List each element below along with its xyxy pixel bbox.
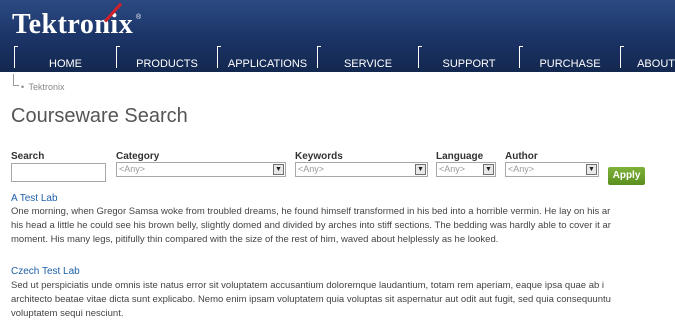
- nav-item-products[interactable]: PRODUCTS: [117, 46, 217, 72]
- nav-item-purchase[interactable]: PURCHASE: [520, 46, 620, 72]
- chevron-down-icon: ▼: [273, 164, 284, 175]
- result-description-line: voluptatem sequi nesciunt.: [11, 308, 124, 319]
- chevron-down-icon: ▼: [483, 164, 494, 175]
- chevron-down-icon: ▼: [415, 164, 426, 175]
- breadcrumb-bullet: •: [21, 82, 25, 92]
- nav-item-support[interactable]: SUPPORT: [419, 46, 519, 72]
- breadcrumb-link-tektronix[interactable]: Tektronix: [29, 82, 65, 92]
- nav-item-about[interactable]: ABOUT: [621, 46, 675, 72]
- page-title: Courseware Search: [11, 105, 188, 127]
- search-label: Search: [11, 151, 45, 162]
- author-value: <Any>: [508, 164, 535, 174]
- registered-mark: ®: [136, 14, 142, 21]
- language-select[interactable]: <Any> ▼: [436, 162, 496, 177]
- nav-item-service[interactable]: SERVICE: [318, 46, 418, 72]
- search-input[interactable]: [11, 163, 106, 182]
- main-nav: HOME PRODUCTS APPLICATIONS SERVICE SUPPO…: [0, 46, 675, 72]
- category-value: <Any>: [119, 164, 146, 174]
- author-select[interactable]: <Any> ▼: [505, 162, 599, 177]
- nav-item-applications[interactable]: APPLICATIONS: [218, 46, 317, 72]
- language-label: Language: [436, 151, 484, 162]
- language-value: <Any>: [439, 164, 466, 174]
- breadcrumb: • Tektronix: [21, 82, 65, 92]
- result-description-line: architecto beatae vitae dicta sunt expli…: [11, 294, 611, 305]
- author-label: Author: [505, 151, 538, 162]
- result-title-link[interactable]: Czech Test Lab: [11, 266, 80, 277]
- result-description-line: Sed ut perspiciatis unde omnis iste natu…: [11, 280, 605, 291]
- category-select[interactable]: <Any> ▼: [116, 162, 286, 177]
- keywords-select[interactable]: <Any> ▼: [295, 162, 428, 177]
- category-label: Category: [116, 151, 160, 162]
- site-header: Tektronix ® HOME PRODUCTS APPLICATIONS S…: [0, 0, 675, 72]
- keywords-label: Keywords: [295, 151, 343, 162]
- chevron-down-icon: ▼: [586, 164, 597, 175]
- result-description-line: his head a little he could see his brown…: [11, 220, 611, 231]
- tektronix-logo[interactable]: Tektronix: [12, 9, 133, 41]
- result-description-line: One morning, when Gregor Samsa woke from…: [11, 206, 611, 217]
- keywords-value: <Any>: [298, 164, 325, 174]
- apply-button[interactable]: Apply: [608, 167, 645, 185]
- nav-item-home[interactable]: HOME: [15, 46, 116, 72]
- breadcrumb-connector: [13, 74, 19, 86]
- result-title-link[interactable]: A Test Lab: [11, 193, 58, 204]
- result-description-line: moment. His many legs, pitifully thin co…: [11, 234, 499, 245]
